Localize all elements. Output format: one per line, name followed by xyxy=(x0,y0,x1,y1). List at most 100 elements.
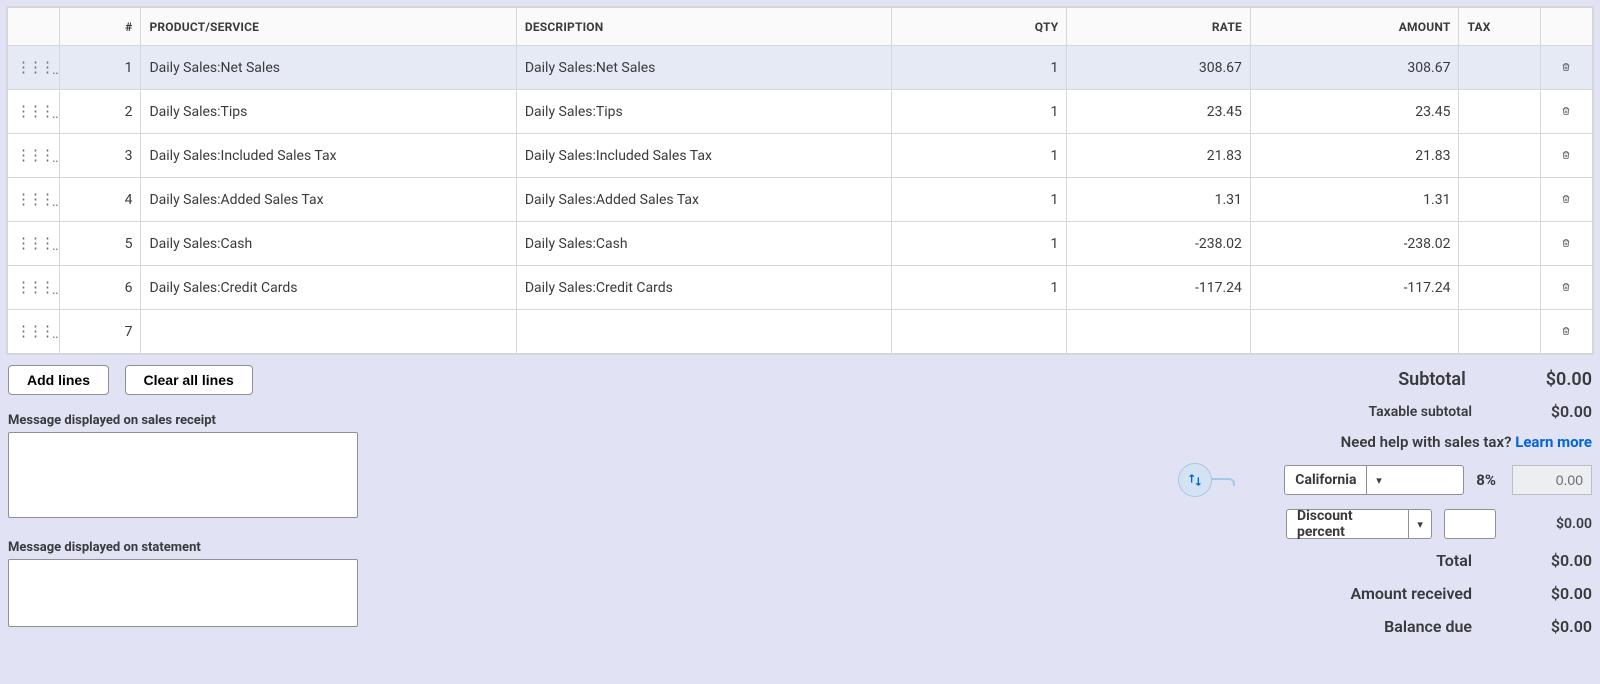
description-cell[interactable]: Daily Sales:Net Sales xyxy=(516,46,891,90)
chevron-down-icon xyxy=(1366,466,1390,494)
rate-cell[interactable]: 308.67 xyxy=(1067,46,1251,90)
amount-received-value: $0.00 xyxy=(1512,584,1592,603)
swap-arrows-icon xyxy=(1187,472,1203,488)
rate-cell[interactable]: -117.24 xyxy=(1067,266,1251,310)
product-cell[interactable]: Daily Sales:Net Sales xyxy=(141,46,516,90)
drag-handle-icon[interactable] xyxy=(16,284,52,290)
qty-cell[interactable]: 1 xyxy=(892,266,1067,310)
description-cell[interactable] xyxy=(516,310,891,354)
description-cell[interactable]: Daily Sales:Added Sales Tax xyxy=(516,178,891,222)
table-row[interactable]: 4Daily Sales:Added Sales TaxDaily Sales:… xyxy=(8,178,1593,222)
product-cell[interactable]: Daily Sales:Tips xyxy=(141,90,516,134)
rate-cell[interactable] xyxy=(1067,310,1251,354)
drag-handle-icon[interactable] xyxy=(16,240,52,246)
drag-handle-icon[interactable] xyxy=(16,108,52,114)
add-lines-button[interactable]: Add lines xyxy=(8,365,109,395)
left-column: Add lines Clear all lines Message displa… xyxy=(8,365,358,636)
row-index: 6 xyxy=(60,266,141,310)
qty-cell[interactable]: 1 xyxy=(892,178,1067,222)
delete-row-button[interactable] xyxy=(1555,232,1577,254)
tax-cell[interactable] xyxy=(1459,134,1540,178)
delete-row-button[interactable] xyxy=(1555,56,1577,78)
amount-cell[interactable]: -238.02 xyxy=(1250,222,1459,266)
table-row[interactable]: 7 xyxy=(8,310,1593,354)
col-tax-header: TAX xyxy=(1459,8,1540,46)
drag-handle-icon[interactable] xyxy=(16,152,52,158)
qty-cell[interactable]: 1 xyxy=(892,90,1067,134)
tax-cell[interactable] xyxy=(1459,46,1540,90)
delete-row-button[interactable] xyxy=(1555,188,1577,210)
table-row[interactable]: 1Daily Sales:Net SalesDaily Sales:Net Sa… xyxy=(8,46,1593,90)
statement-message-label: Message displayed on statement xyxy=(8,540,358,555)
delete-row-button[interactable] xyxy=(1555,276,1577,298)
tax-cell[interactable] xyxy=(1459,222,1540,266)
rate-cell[interactable]: -238.02 xyxy=(1067,222,1251,266)
amount-cell[interactable]: 1.31 xyxy=(1250,178,1459,222)
tax-cell[interactable] xyxy=(1459,178,1540,222)
tax-amount-input xyxy=(1512,465,1592,495)
product-cell[interactable]: Daily Sales:Cash xyxy=(141,222,516,266)
tax-cell[interactable] xyxy=(1459,310,1540,354)
taxable-subtotal-value: $0.00 xyxy=(1512,402,1592,421)
description-cell[interactable]: Daily Sales:Cash xyxy=(516,222,891,266)
col-qty-header: QTY xyxy=(892,8,1067,46)
total-value: $0.00 xyxy=(1512,551,1592,570)
discount-value-input[interactable] xyxy=(1444,509,1496,539)
subtotal-label: Subtotal xyxy=(1398,369,1466,390)
delete-row-button[interactable] xyxy=(1555,144,1577,166)
below-grid: Add lines Clear all lines Message displa… xyxy=(6,355,1594,638)
col-product-header: PRODUCT/SERVICE xyxy=(141,8,516,46)
col-delete-header xyxy=(1540,8,1592,46)
amount-cell[interactable]: -117.24 xyxy=(1250,266,1459,310)
product-cell[interactable] xyxy=(141,310,516,354)
statement-message-input[interactable] xyxy=(8,559,358,627)
discount-amount: $0.00 xyxy=(1512,516,1592,532)
product-cell[interactable]: Daily Sales:Included Sales Tax xyxy=(141,134,516,178)
tax-help-text: Need help with sales tax? xyxy=(1341,433,1512,451)
row-index: 3 xyxy=(60,134,141,178)
amount-cell[interactable]: 308.67 xyxy=(1250,46,1459,90)
tax-cell[interactable] xyxy=(1459,90,1540,134)
discount-type-value: Discount percent xyxy=(1287,508,1408,540)
swap-tax-discount-button[interactable] xyxy=(1178,463,1212,497)
description-cell[interactable]: Daily Sales:Tips xyxy=(516,90,891,134)
amount-cell[interactable]: 23.45 xyxy=(1250,90,1459,134)
delete-row-button[interactable] xyxy=(1555,100,1577,122)
qty-cell[interactable]: 1 xyxy=(892,134,1067,178)
total-label: Total xyxy=(1436,551,1472,570)
tax-help-row: Need help with sales tax? Learn more xyxy=(1341,433,1592,451)
rate-cell[interactable]: 21.83 xyxy=(1067,134,1251,178)
drag-handle-icon[interactable] xyxy=(16,64,52,70)
amount-cell[interactable]: 21.83 xyxy=(1250,134,1459,178)
qty-cell[interactable]: 1 xyxy=(892,46,1067,90)
tax-learn-more-link[interactable]: Learn more xyxy=(1515,433,1592,451)
table-row[interactable]: 5Daily Sales:CashDaily Sales:Cash1-238.0… xyxy=(8,222,1593,266)
table-row[interactable]: 3Daily Sales:Included Sales TaxDaily Sal… xyxy=(8,134,1593,178)
col-rate-header: RATE xyxy=(1067,8,1251,46)
taxable-subtotal-label: Taxable subtotal xyxy=(1369,404,1472,420)
tax-region-select[interactable]: California xyxy=(1284,465,1464,495)
tax-cell[interactable] xyxy=(1459,266,1540,310)
rate-cell[interactable]: 1.31 xyxy=(1067,178,1251,222)
header-row: # PRODUCT/SERVICE DESCRIPTION QTY RATE A… xyxy=(8,8,1593,46)
drag-handle-icon[interactable] xyxy=(16,196,52,202)
receipt-message-input[interactable] xyxy=(8,432,358,518)
description-cell[interactable]: Daily Sales:Credit Cards xyxy=(516,266,891,310)
product-cell[interactable]: Daily Sales:Credit Cards xyxy=(141,266,516,310)
amount-cell[interactable] xyxy=(1250,310,1459,354)
qty-cell[interactable] xyxy=(892,310,1067,354)
col-description-header: DESCRIPTION xyxy=(516,8,891,46)
delete-row-button[interactable] xyxy=(1555,320,1577,342)
subtotal-value: $0.00 xyxy=(1546,369,1592,390)
qty-cell[interactable]: 1 xyxy=(892,222,1067,266)
drag-handle-icon[interactable] xyxy=(16,328,52,334)
chevron-down-icon xyxy=(1408,510,1431,538)
clear-all-lines-button[interactable]: Clear all lines xyxy=(125,365,253,395)
table-row[interactable]: 6Daily Sales:Credit CardsDaily Sales:Cre… xyxy=(8,266,1593,310)
discount-type-select[interactable]: Discount percent xyxy=(1286,509,1432,539)
product-cell[interactable]: Daily Sales:Added Sales Tax xyxy=(141,178,516,222)
rate-cell[interactable]: 23.45 xyxy=(1067,90,1251,134)
line-items-panel: # PRODUCT/SERVICE DESCRIPTION QTY RATE A… xyxy=(6,6,1594,355)
description-cell[interactable]: Daily Sales:Included Sales Tax xyxy=(516,134,891,178)
table-row[interactable]: 2Daily Sales:TipsDaily Sales:Tips123.452… xyxy=(8,90,1593,134)
